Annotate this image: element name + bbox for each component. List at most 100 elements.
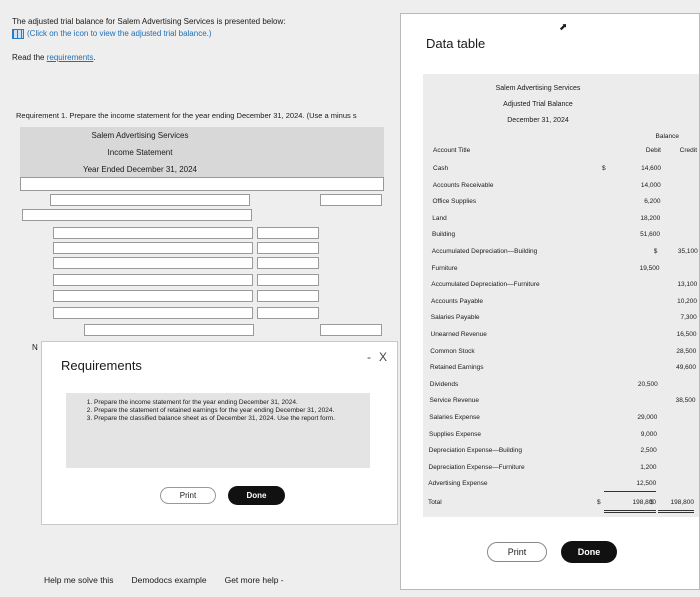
tb-total-credit: 198,800 <box>658 496 694 513</box>
tb-account-title: Salaries Expense <box>429 414 480 421</box>
account-input[interactable] <box>53 242 253 254</box>
tb-row: Salaries Payable 7,300 <box>431 311 699 325</box>
tb-debit-value: 2,500 <box>640 447 657 455</box>
tb-credit-value: 16,500 <box>676 331 697 338</box>
tb-account-title: Service Revenue <box>429 397 480 405</box>
tb-account-title: Building <box>432 231 456 239</box>
account-input[interactable] <box>53 227 253 239</box>
view-trial-balance-link[interactable]: (Click on the icon to view the adjusted … <box>12 28 285 40</box>
tb-debit-sign: $ <box>602 165 606 172</box>
tb-row: Accumulated Depreciation—Furniture 13,100 <box>431 278 699 292</box>
statement-title: Income Statement <box>107 148 173 157</box>
tb-debit-value: 14,600 <box>641 165 661 172</box>
demodocs-example-link[interactable]: Demodocs example <box>131 575 206 585</box>
col-debit: Debit <box>645 147 661 154</box>
amount-input[interactable] <box>257 227 319 239</box>
tb-account-title: Retained Earnings <box>430 364 484 372</box>
tb-account-title: Accounts Receivable <box>432 181 494 189</box>
statement-line-input[interactable] <box>20 177 384 191</box>
tb-debit-value: 18,200 <box>640 214 661 222</box>
requirements-done-button[interactable]: Done <box>228 486 285 505</box>
requirements-panel: Requirements - X Prepare the income stat… <box>41 341 398 525</box>
income-statement-header: Salem Advertising Services Income Statem… <box>20 127 384 178</box>
amount-input[interactable] <box>257 290 319 302</box>
column-header-row: Account Title Debit Credit <box>433 144 700 158</box>
tb-account-title: Accounts Payable <box>431 297 484 305</box>
account-input[interactable] <box>53 290 253 302</box>
requirements-link[interactable]: requirements <box>47 53 94 62</box>
tb-credit-sign: $ <box>653 248 658 255</box>
tb-account-title: Depreciation Expense—Building <box>428 447 522 455</box>
intro-line: The adjusted trial balance for Salem Adv… <box>12 17 286 26</box>
company-name: Salem Advertising Services <box>91 131 189 140</box>
requirements-print-button[interactable]: Print <box>160 487 216 504</box>
tb-total-debit: 198,800 <box>604 496 656 513</box>
tb-credit-value: 13,100 <box>677 281 698 289</box>
tb-row: Depreciation Expense—Building 2,500 <box>429 444 697 458</box>
account-input[interactable] <box>53 257 253 269</box>
tb-debit-value: 14,000 <box>640 181 661 189</box>
read-requirements-line: Read the requirements. <box>12 53 96 62</box>
tb-credit-value: 28,500 <box>676 347 697 355</box>
tb-debit-value: 19,500 <box>639 264 660 272</box>
tb-account-title: Common Stock <box>430 347 475 355</box>
tb-credit-value: 49,600 <box>676 364 696 372</box>
tb-row: Service Revenue 38,500 <box>430 394 698 408</box>
tb-row: Accounts Payable 10,200 <box>431 295 699 309</box>
account-input[interactable] <box>22 209 252 221</box>
tb-debit-value: 51,600 <box>640 231 660 239</box>
tb-debit-value: 6,200 <box>644 198 661 206</box>
help-me-solve-link[interactable]: Help me solve this <box>44 575 113 585</box>
tb-report-title: Adjusted Trial Balance <box>503 101 573 108</box>
account-input[interactable] <box>50 194 250 206</box>
read-suffix: . <box>93 53 96 62</box>
partial-letter: N <box>32 343 38 352</box>
account-input[interactable] <box>53 307 253 319</box>
col-account-title: Account Title <box>433 147 471 154</box>
account-input[interactable] <box>53 274 253 286</box>
tb-company: Salem Advertising Services <box>495 85 581 92</box>
panel-controls: - X <box>367 350 387 364</box>
data-table-print-button[interactable]: Print <box>487 542 547 562</box>
table-grid-icon[interactable] <box>12 29 24 39</box>
tb-credit-value: 7,300 <box>680 314 697 322</box>
tb-total-credit-sign: $ <box>650 499 654 506</box>
close-icon[interactable]: X <box>379 350 387 364</box>
tb-total-row: Total $198,800 $198,800 <box>428 496 696 513</box>
requirement-item: Prepare the statement of retained earnin… <box>94 407 362 415</box>
tb-row: Office Supplies 6,200 <box>433 195 700 209</box>
requirements-list: Prepare the income statement for the yea… <box>84 399 362 423</box>
amount-input[interactable] <box>257 307 319 319</box>
minimize-icon[interactable]: - <box>367 350 371 364</box>
amount-input[interactable] <box>257 242 319 254</box>
total-amount-input[interactable] <box>320 324 382 336</box>
tb-row: Dividends 20,500 <box>430 378 698 392</box>
balance-header-row: Balance <box>433 130 700 144</box>
tb-debit-value: 9,000 <box>640 430 657 438</box>
tb-row: Advertising Expense 12,500 <box>428 477 696 493</box>
get-more-help-link[interactable]: Get more help - <box>225 575 284 585</box>
tb-account-title: Cash <box>433 165 449 172</box>
amount-input[interactable] <box>320 194 382 206</box>
tb-credit-value: 10,200 <box>677 297 697 305</box>
requirement-item: Prepare the income statement for the yea… <box>94 399 362 407</box>
total-label-input[interactable] <box>84 324 254 336</box>
tb-account-title: Advertising Expense <box>428 480 488 488</box>
tb-account-title: Land <box>432 214 447 222</box>
tb-row: Land 18,200 <box>432 212 700 226</box>
tb-row: Salaries Expense 29,000 <box>429 411 697 425</box>
tb-credit-value: 35,100 <box>677 248 698 255</box>
amount-input[interactable] <box>257 274 319 286</box>
requirement-item: Prepare the classified balance sheet as … <box>94 415 362 423</box>
tb-total-debit-sign: $ <box>597 499 601 506</box>
data-table-title: Data table <box>426 36 486 51</box>
trial-balance-header: Salem Advertising Services Adjusted Tria… <box>423 81 653 129</box>
data-table-done-button[interactable]: Done <box>561 541 617 563</box>
tb-row: Unearned Revenue 16,500 <box>431 328 699 342</box>
tb-account-title: Dividends <box>429 380 459 388</box>
statement-period: Year Ended December 31, 2024 <box>82 165 197 174</box>
tb-debit-value: 29,000 <box>637 414 658 421</box>
view-trial-balance-label: (Click on the icon to view the adjusted … <box>27 29 212 38</box>
amount-input[interactable] <box>257 257 319 269</box>
balance-header: Balance <box>655 133 680 140</box>
